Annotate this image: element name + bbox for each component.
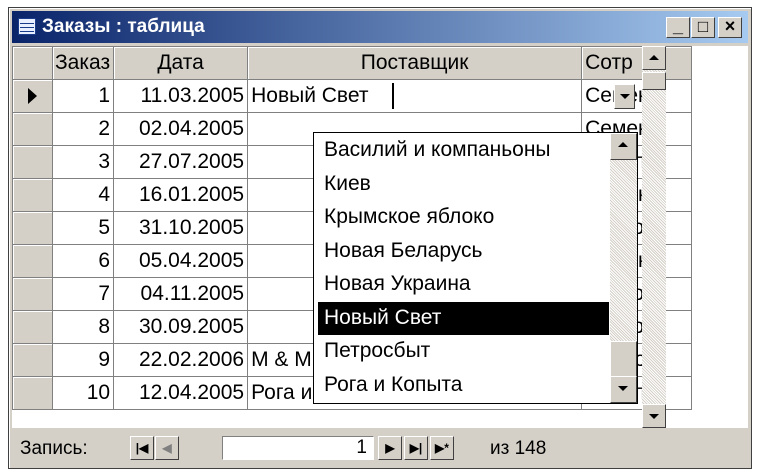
column-header-supplier[interactable]: Поставщик [247,46,583,80]
chevron-down-icon [618,386,628,391]
table-icon [18,18,36,35]
title-bar[interactable]: Заказы : таблица _ □ × [12,11,748,43]
record-label: Запись: [20,438,88,459]
maximize-icon: □ [697,17,709,36]
record-selector[interactable] [12,112,53,146]
dropdown-option[interactable]: Киев [318,168,609,201]
select-all-corner[interactable] [12,46,53,80]
new-record-button[interactable]: ▶* [430,436,454,460]
record-selector[interactable] [12,79,53,113]
column-header-date[interactable]: Дата [113,46,249,80]
order-id-cell[interactable]: 1 [51,79,115,113]
text-caret [392,83,394,109]
current-record-input[interactable]: 1 [222,436,374,460]
employee-cell[interactable]: Семен [581,79,693,113]
date-cell[interactable]: 22.02.2006 [113,343,249,377]
previous-record-button[interactable]: ◀ [155,436,179,460]
dropdown-option[interactable]: Новый Свет [318,301,609,335]
scroll-thumb[interactable] [642,72,666,90]
scroll-up-button[interactable] [642,46,666,70]
dropdown-option[interactable]: Петросбыт [318,335,609,368]
supplier-dropdown-list[interactable]: Василий и компаньоны Киев Крымское яблоко Н… [313,132,638,404]
record-count: из 148 [490,438,547,459]
order-id-cell[interactable]: 7 [51,277,115,311]
close-button[interactable]: × [718,16,742,38]
window-title: Заказы : таблица [42,16,205,37]
current-record-pointer-icon [28,88,37,105]
dropdown-scrollbar[interactable] [610,133,637,403]
chevron-up-icon [649,55,659,60]
header-row: Заказ Дата Поставщик Сотр [12,46,693,80]
last-record-button[interactable]: ▶| [404,436,428,460]
record-selector[interactable] [12,310,53,344]
record-selector[interactable] [12,244,53,278]
supplier-combo-dropdown-button[interactable] [614,84,635,109]
dropdown-option[interactable]: Новая Беларусь [318,235,609,268]
first-record-button[interactable]: |◀ [130,436,154,460]
date-cell[interactable]: 11.03.2005 [113,79,249,113]
date-cell[interactable]: 05.04.2005 [113,244,249,278]
close-icon: × [724,16,736,36]
order-id-cell[interactable]: 3 [51,145,115,179]
order-id-cell[interactable]: 5 [51,211,115,245]
record-navigation-bar: Запись: |◀ ◀ 1 ▶ ▶| ▶* из 148 [12,431,748,465]
date-cell[interactable]: 16.01.2005 [113,178,249,212]
next-record-button[interactable]: ▶ [378,436,402,460]
scroll-track[interactable] [642,70,666,404]
dropdown-scroll-up-button[interactable] [610,133,637,160]
dropdown-option[interactable]: Крымское яблоко [318,201,609,234]
date-cell[interactable]: 31.10.2005 [113,211,249,245]
chevron-down-icon [649,414,659,419]
chevron-down-icon [620,94,630,99]
grid-vertical-scrollbar[interactable] [642,46,666,428]
supplier-cell[interactable]: Новый Свет [247,79,583,113]
dropdown-scroll-thumb[interactable] [610,341,637,379]
order-id-cell[interactable]: 8 [51,310,115,344]
column-header-employee[interactable]: Сотр [581,46,693,80]
record-selector[interactable] [12,211,53,245]
chevron-up-icon [618,142,628,147]
minimize-button[interactable]: _ [666,16,690,38]
dropdown-option[interactable]: Рога и Копыта [318,369,609,402]
maximize-button[interactable]: □ [691,17,715,38]
order-id-cell[interactable]: 6 [51,244,115,278]
date-cell[interactable]: 02.04.2005 [113,112,249,146]
date-cell[interactable]: 30.09.2005 [113,310,249,344]
order-id-cell[interactable]: 10 [51,376,115,410]
table-row[interactable]: 111.03.2005Новый СветСемен [12,79,693,113]
record-selector[interactable] [12,145,53,179]
order-id-cell[interactable]: 9 [51,343,115,377]
date-cell[interactable]: 04.11.2005 [113,277,249,311]
dropdown-scroll-down-button[interactable] [610,376,637,403]
date-cell[interactable]: 12.04.2005 [113,376,249,410]
record-selector[interactable] [12,178,53,212]
dropdown-option[interactable]: Василий и компаньоны [318,134,609,167]
minimize-icon: _ [672,16,683,36]
scroll-down-button[interactable] [642,404,666,428]
record-selector[interactable] [12,343,53,377]
order-id-cell[interactable]: 2 [51,112,115,146]
date-cell[interactable]: 27.07.2005 [113,145,249,179]
order-id-cell[interactable]: 4 [51,178,115,212]
column-header-order[interactable]: Заказ [51,46,115,80]
record-selector[interactable] [12,376,53,410]
table-window: Заказы : таблица _ □ × Заказ Дата Постав… [8,7,752,469]
record-selector[interactable] [12,277,53,311]
dropdown-option[interactable]: Новая Украина [318,268,609,301]
